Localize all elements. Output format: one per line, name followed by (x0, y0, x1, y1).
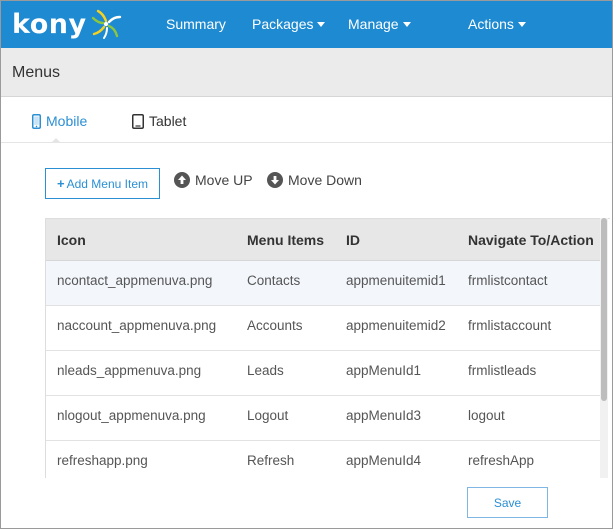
tabs-divider (1, 142, 612, 143)
cell-menu-item: Contacts (247, 273, 301, 288)
logo-text: kony (12, 8, 87, 40)
cell-id: appmenuitemid1 (346, 273, 446, 288)
nav-manage[interactable]: Manage (348, 16, 411, 32)
table-row[interactable]: naccount_appmenuva.png Accounts appmenui… (46, 306, 602, 351)
nav-summary[interactable]: Summary (166, 16, 226, 32)
logo-mark-icon (91, 9, 121, 39)
tab-mobile-label: Mobile (46, 113, 88, 129)
column-header-navigate[interactable]: Navigate To/Action (468, 232, 594, 248)
nav-packages[interactable]: Packages (252, 16, 326, 32)
cell-icon: nlogout_appmenuva.png (57, 408, 206, 423)
cell-navigate: frmlistleads (468, 363, 537, 378)
cell-icon: ncontact_appmenuva.png (57, 273, 213, 288)
add-menu-item-label: Add Menu Item (66, 176, 148, 191)
nav-manage-label: Manage (348, 16, 399, 32)
cell-menu-item: Logout (247, 408, 289, 423)
table-row[interactable]: ncontact_appmenuva.png Contacts appmenui… (46, 261, 602, 306)
top-navbar: kony Summary Packages Manage Actions (1, 1, 612, 48)
cell-icon: naccount_appmenuva.png (57, 318, 217, 333)
cell-id: appMenuId3 (346, 408, 422, 423)
tab-tablet[interactable]: Tablet (132, 113, 186, 129)
menu-items-table: Icon Menu Items ID Navigate To/Action nc… (45, 218, 610, 478)
column-header-id[interactable]: ID (346, 232, 360, 248)
column-header-icon[interactable]: Icon (57, 232, 86, 248)
cell-icon: nleads_appmenuva.png (57, 363, 202, 378)
cell-id: appmenuitemid2 (346, 318, 446, 333)
column-header-menu-items[interactable]: Menu Items (247, 232, 324, 248)
tab-tablet-label: Tablet (149, 113, 187, 129)
cell-navigate: logout (468, 408, 505, 423)
cell-navigate: frmlistcontact (468, 273, 548, 288)
table-row[interactable]: nlogout_appmenuva.png Logout appMenuId3 … (46, 396, 602, 441)
move-up-label: Move UP (195, 172, 253, 188)
table-scrollbar-thumb[interactable] (601, 218, 607, 401)
save-label: Save (493, 495, 522, 510)
arrow-down-circle-icon (267, 172, 283, 188)
tablet-icon (132, 113, 144, 129)
app-window: kony Summary Packages Manage Actions Men… (0, 0, 613, 529)
cell-menu-item: Leads (247, 363, 284, 378)
caret-down-icon (517, 22, 526, 27)
cell-menu-item: Accounts (247, 318, 303, 333)
add-menu-item-button[interactable]: + Add Menu Item (45, 168, 160, 199)
move-down-label: Move Down (288, 172, 362, 188)
nav-packages-label: Packages (252, 16, 314, 32)
arrow-up-circle-icon (174, 172, 190, 188)
cell-icon: refreshapp.png (57, 453, 148, 468)
nav-summary-label: Summary (166, 16, 226, 32)
kony-logo[interactable]: kony (12, 8, 123, 40)
table-row[interactable]: nleads_appmenuva.png Leads appMenuId1 fr… (46, 351, 602, 396)
table-row[interactable]: refreshapp.png Refresh appMenuId4 refres… (46, 441, 602, 478)
tab-mobile[interactable]: Mobile (32, 113, 87, 129)
plus-icon: + (57, 176, 65, 191)
move-down-button[interactable]: Move Down (267, 172, 362, 188)
cell-navigate: refreshApp (468, 453, 535, 468)
active-tab-indicator (51, 138, 61, 143)
cell-navigate: frmlistaccount (468, 318, 552, 333)
caret-down-icon (402, 22, 411, 27)
cell-id: appMenuId1 (346, 363, 422, 378)
nav-actions[interactable]: Actions (468, 16, 526, 32)
cell-menu-item: Refresh (247, 453, 295, 468)
save-button[interactable]: Save (467, 487, 548, 518)
mobile-icon (32, 113, 41, 129)
cell-id: appMenuId4 (346, 453, 422, 468)
table-header: Icon Menu Items ID Navigate To/Action (46, 219, 602, 261)
caret-down-icon (317, 22, 326, 27)
page-title: Menus (12, 64, 61, 81)
move-up-button[interactable]: Move UP (174, 172, 253, 188)
page-header: Menus (1, 48, 612, 97)
nav-actions-label: Actions (468, 16, 514, 32)
